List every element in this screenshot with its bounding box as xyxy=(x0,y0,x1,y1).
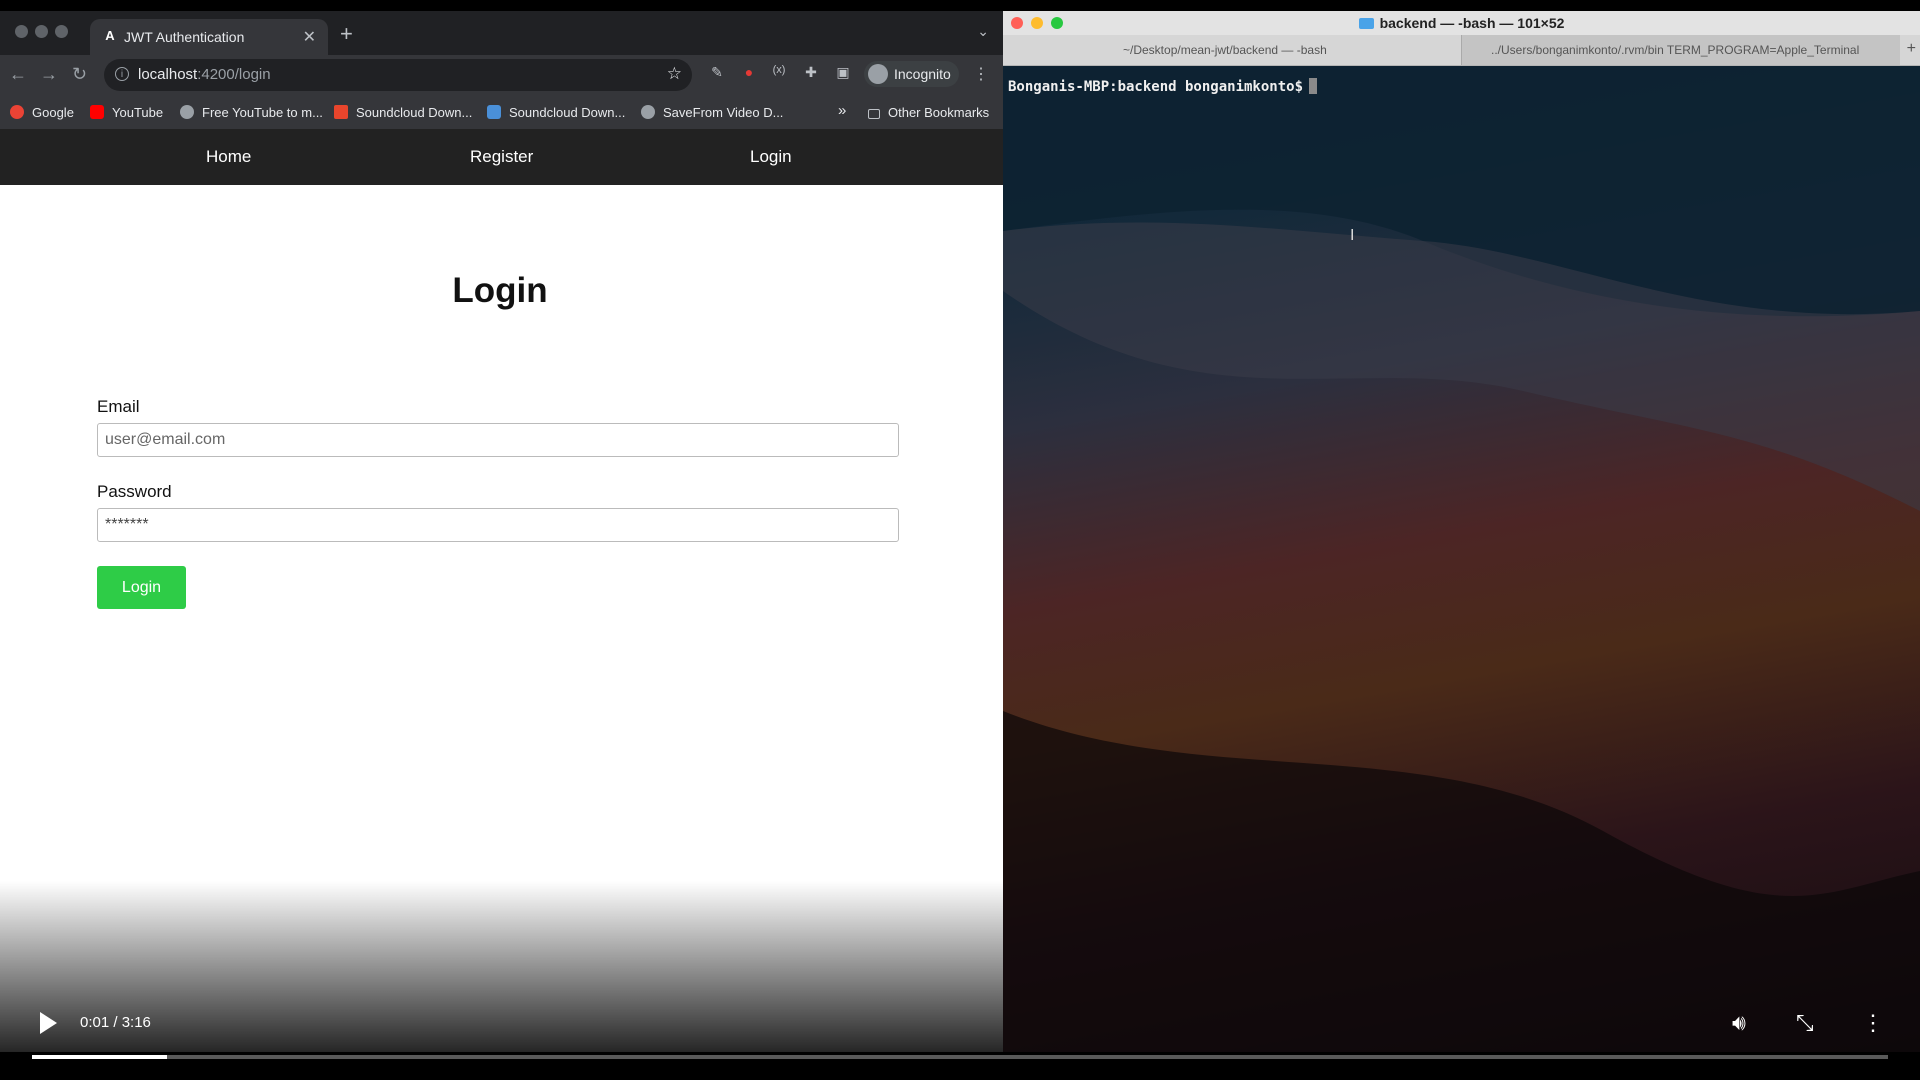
video-progress-played xyxy=(32,1055,168,1059)
angular-icon: A xyxy=(105,28,115,43)
cloud-icon xyxy=(487,105,501,119)
terminal-new-tab-icon[interactable]: + xyxy=(1907,40,1916,58)
bookmark-savefrom[interactable]: SaveFrom Video D... xyxy=(641,105,783,120)
address-bar[interactable]: i localhost:4200/login ☆ xyxy=(104,59,692,91)
reload-icon[interactable]: ↻ xyxy=(72,64,87,85)
other-bookmarks-label: Other Bookmarks xyxy=(888,105,990,120)
login-button[interactable]: Login xyxy=(97,566,186,609)
bookmark-label: YouTube xyxy=(112,105,164,120)
folder-icon xyxy=(1358,18,1374,29)
ibeam-cursor-icon: I xyxy=(1350,227,1355,244)
forward-icon[interactable]: → xyxy=(40,64,58,85)
terminal-title: backend — -bash — 101×52 xyxy=(1003,15,1920,31)
password-field[interactable] xyxy=(97,508,899,542)
pen-extension-icon[interactable]: ✎ xyxy=(708,64,726,82)
prompt-text: Bonganis-MBP:backend bonganimkonto$ xyxy=(1008,79,1304,95)
app-navbar: Home Register Login xyxy=(0,129,1003,185)
bookmark-soundcloud-1[interactable]: Soundcloud Down... xyxy=(334,105,472,120)
url-path: :4200/login xyxy=(197,66,271,83)
back-icon[interactable]: ← xyxy=(9,64,27,85)
email-label: Email xyxy=(97,397,140,416)
exit-fullscreen-icon[interactable]: ⤡ xyxy=(1796,1010,1814,1036)
terminal-title-text: backend — -bash — 101×52 xyxy=(1379,15,1565,31)
terminal-tab-1[interactable]: ~/Desktop/mean-jwt/backend — -bash xyxy=(1123,43,1327,57)
terminal-tabs: ~/Desktop/mean-jwt/backend — -bash ../Us… xyxy=(1003,35,1920,66)
window-minimize-dot[interactable] xyxy=(35,25,48,38)
browser-menu-icon[interactable]: ⋮ xyxy=(973,64,989,84)
browser-tab[interactable]: A JWT Authentication ✕ xyxy=(90,19,328,55)
window-close-dot[interactable] xyxy=(15,25,28,38)
bookmark-youtube[interactable]: YouTube xyxy=(90,105,163,120)
tab-close-icon[interactable]: ✕ xyxy=(303,27,316,47)
globe-icon xyxy=(180,105,194,119)
browser-window: A JWT Authentication ✕ + ⌄ ← → ↻ i local… xyxy=(0,11,1003,1052)
video-menu-icon[interactable]: ⋮ xyxy=(1862,1010,1884,1036)
text-cursor xyxy=(1309,78,1318,94)
bookmark-free-youtube[interactable]: Free YouTube to m... xyxy=(180,105,323,120)
window-zoom-dot[interactable] xyxy=(55,25,68,38)
nav-login-link[interactable]: Login xyxy=(750,147,792,167)
volume-icon[interactable]: 🔊︎ xyxy=(1732,1010,1746,1036)
email-field[interactable] xyxy=(97,423,899,457)
google-icon xyxy=(10,105,24,119)
nav-home-link[interactable]: Home xyxy=(206,147,251,167)
terminal-titlebar: backend — -bash — 101×52 xyxy=(1003,11,1920,35)
terminal-prompt[interactable]: Bonganis-MBP:backend bonganimkonto$ xyxy=(1008,78,1318,95)
bookmark-label: Soundcloud Down... xyxy=(509,105,626,120)
bookmarks-bar: Google YouTube Free YouTube to m... Soun… xyxy=(0,95,1003,130)
bookmark-google[interactable]: Google xyxy=(10,105,74,120)
terminal-tab-2[interactable]: ../Users/bonganimkonto/.rvm/bin TERM_PRO… xyxy=(1491,43,1859,57)
page-title: Login xyxy=(452,271,548,310)
video-progress-bar[interactable] xyxy=(32,1055,1888,1059)
tab-title: JWT Authentication xyxy=(124,29,245,45)
tab-search-icon[interactable]: ⌄ xyxy=(977,23,989,40)
code-extension-icon[interactable]: (x) xyxy=(770,64,788,82)
url-text: localhost:4200/login xyxy=(138,66,271,83)
terminal-window: backend — -bash — 101×52 ~/Desktop/mean-… xyxy=(1003,11,1920,1052)
incognito-badge[interactable]: Incognito xyxy=(864,61,959,87)
bookmark-label: Soundcloud Down... xyxy=(356,105,473,120)
more-bookmarks-icon[interactable]: » xyxy=(838,102,846,119)
incognito-icon xyxy=(868,64,888,84)
incognito-label: Incognito xyxy=(894,66,951,82)
bookmark-label: Google xyxy=(32,105,74,120)
bookmark-soundcloud-2[interactable]: Soundcloud Down... xyxy=(487,105,625,120)
side-panel-icon[interactable]: ▣ xyxy=(834,64,852,82)
youtube-icon xyxy=(90,105,104,119)
nav-register-link[interactable]: Register xyxy=(470,147,533,167)
play-icon[interactable] xyxy=(40,1012,57,1034)
url-host: localhost xyxy=(138,66,198,83)
recorder-extension-icon[interactable]: ● xyxy=(740,64,758,82)
desktop-wallpaper xyxy=(1003,11,1920,1052)
browser-tabstrip: A JWT Authentication ✕ + ⌄ xyxy=(0,11,1003,55)
site-info-icon[interactable]: i xyxy=(115,67,129,81)
video-time: 0:01 / 3:16 xyxy=(80,1014,151,1031)
bookmark-label: Free YouTube to m... xyxy=(202,105,323,120)
extensions-puzzle-icon[interactable]: ✚ xyxy=(802,64,820,82)
folder-icon xyxy=(868,109,880,119)
globe-icon xyxy=(641,105,655,119)
video-controls: 0:01 / 3:16 🔊︎ ⤡ ⋮ xyxy=(0,1000,1920,1080)
password-label: Password xyxy=(97,482,172,501)
bookmark-label: SaveFrom Video D... xyxy=(663,105,784,120)
other-bookmarks[interactable]: Other Bookmarks xyxy=(868,105,989,120)
download-icon xyxy=(334,105,348,119)
browser-toolbar: ← → ↻ i localhost:4200/login ☆ ✎ ● (x) ✚… xyxy=(0,55,1003,95)
new-tab-icon[interactable]: + xyxy=(340,21,353,47)
bookmark-star-icon[interactable]: ☆ xyxy=(667,64,682,84)
screen: A JWT Authentication ✕ + ⌄ ← → ↻ i local… xyxy=(0,0,1920,1080)
